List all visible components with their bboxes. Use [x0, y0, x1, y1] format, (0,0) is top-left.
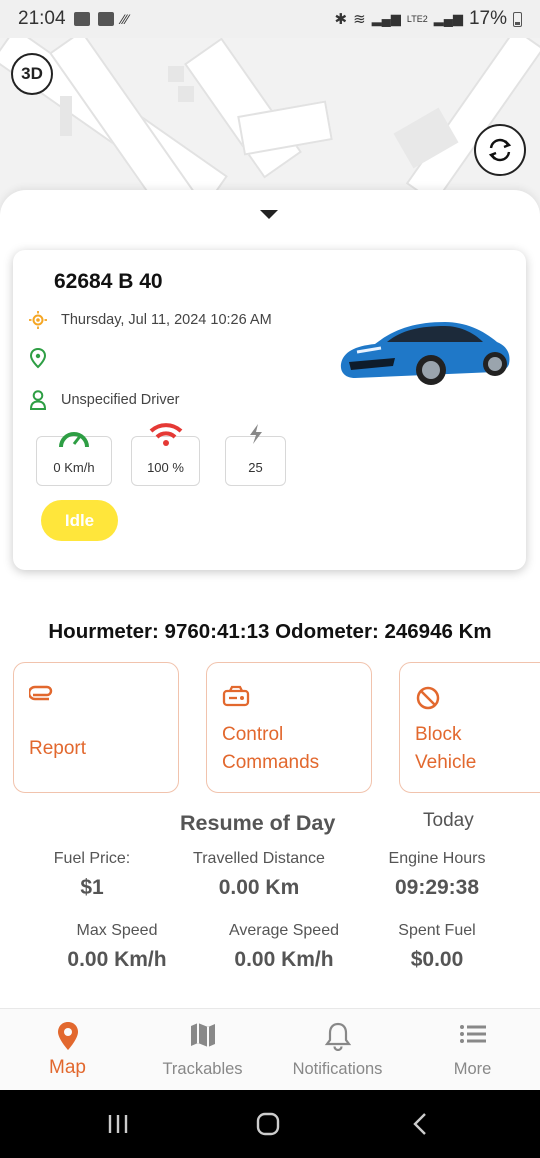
stat-max-speed: Max Speed 0.00 Km/h: [47, 922, 187, 972]
paperclip-icon: [29, 685, 53, 701]
stat-spent-fuel: Spent Fuel $0.00: [378, 922, 496, 972]
nav-label: Trackables: [162, 1060, 243, 1078]
map-building: [178, 86, 194, 102]
map-icon: [190, 1023, 215, 1047]
nav-trackables[interactable]: Trackables: [135, 1009, 270, 1091]
location-pin-icon: [29, 347, 47, 369]
report-button[interactable]: Report: [13, 662, 179, 793]
signal-strength-icon: [149, 423, 182, 446]
stat-value: 09:29:38: [394, 876, 480, 899]
nav-label: More: [453, 1060, 492, 1078]
refresh-button[interactable]: [474, 124, 526, 176]
map-pin-icon: [57, 1022, 78, 1050]
status-time: 21:04: [18, 8, 66, 29]
status-bar: 21:04 ⁄⁄⁄ ✱ ≋ ▂▄▆ LTE2 ▂▄▆ 17%: [0, 0, 540, 38]
resume-period: Today: [423, 810, 474, 831]
signal-value: 100 %: [147, 460, 184, 475]
speedometer-icon: [59, 432, 89, 448]
stat-label: Engine Hours: [388, 850, 486, 867]
block-label-line1: Block: [415, 724, 462, 745]
stat-value: $0.00: [410, 948, 464, 971]
last-update-datetime: Thursday, Jul 11, 2024 10:26 AM: [61, 312, 272, 328]
last-update-row: Thursday, Jul 11, 2024 10:26 AM: [28, 310, 272, 330]
status-badge: Idle: [41, 500, 118, 541]
vehicle-sheet: 62684 B 40 Thursday, Jul 11, 2024 10:26 …: [0, 190, 540, 1010]
signal-icon: ▂▄▆: [433, 11, 463, 26]
stat-travelled-distance: Travelled Distance 0.00 Km: [174, 850, 344, 900]
lightning-icon: [249, 424, 262, 444]
control-label-line2: Commands: [222, 752, 320, 773]
sun-icon: [29, 311, 47, 329]
stat-value: $1: [80, 876, 104, 899]
nav-notifications[interactable]: Notifications: [270, 1009, 405, 1091]
bluetooth-icon: ✱: [334, 11, 348, 28]
3d-toggle-button[interactable]: 3D: [11, 53, 53, 95]
vehicle-plate: 62684 B 40: [54, 270, 163, 293]
stat-average-speed: Average Speed 0.00 Km/h: [209, 922, 359, 972]
control-label-line1: Control: [222, 724, 284, 745]
stat-label: Spent Fuel: [398, 922, 476, 939]
map-building: [60, 96, 72, 136]
nav-more[interactable]: More: [405, 1009, 540, 1091]
menu-icon: [459, 1025, 486, 1043]
nav-label: Notifications: [292, 1060, 383, 1078]
home-icon: [256, 1112, 280, 1136]
refresh-icon: [488, 138, 512, 162]
resume-title: Resume of Day: [180, 811, 336, 835]
block-icon: [416, 686, 440, 710]
stat-value: 0.00 Km/h: [234, 948, 334, 971]
stat-label: Travelled Distance: [193, 850, 325, 867]
stat-engine-hours: Engine Hours 09:29:38: [376, 850, 498, 900]
power-metric: 25: [225, 424, 286, 486]
battery-icon: [513, 11, 522, 27]
nav-label: Map: [49, 1057, 86, 1078]
collapse-handle-icon[interactable]: [260, 210, 278, 219]
nav-map[interactable]: Map: [0, 1009, 135, 1091]
report-label: Report: [29, 738, 87, 759]
driver-name: Unspecified Driver: [61, 392, 180, 408]
bell-icon: [324, 1022, 351, 1051]
hourmeter-odometer: Hourmeter: 9760:41:13 Odometer: 246946 K…: [48, 620, 492, 643]
vehicle-car-image: [340, 322, 510, 385]
recent-apps-icon: [108, 1115, 128, 1133]
system-nav-bar: [0, 1090, 540, 1158]
speed-value: 0 Km/h: [53, 460, 95, 475]
bottom-nav: Map Trackables Notifications More: [0, 1008, 540, 1090]
stat-label: Fuel Price:: [53, 850, 131, 867]
block-label-line2: Vehicle: [415, 752, 477, 773]
battery-level: 17%: [468, 8, 507, 29]
driver-row: Unspecified Driver: [28, 389, 179, 411]
control-panel-icon: [222, 685, 250, 707]
block-vehicle-button[interactable]: Block Vehicle: [399, 662, 540, 793]
map-building: [168, 66, 184, 82]
signal-metric: 100 %: [131, 423, 200, 486]
wifi-icon: ≋: [353, 11, 366, 28]
stat-value: 0.00 Km/h: [67, 948, 167, 971]
stat-label: Max Speed: [76, 922, 158, 939]
stat-value: 0.00 Km: [218, 876, 300, 899]
location-row: [28, 347, 61, 369]
gallery-icon: [73, 12, 90, 26]
home-button[interactable]: [228, 1090, 308, 1158]
power-value: 25: [248, 460, 263, 475]
control-commands-button[interactable]: Control Commands: [206, 662, 372, 793]
back-icon: [413, 1113, 426, 1135]
wifi-calling-icon: ⁄⁄⁄: [121, 11, 129, 27]
stat-fuel-price: Fuel Price: $1: [32, 850, 152, 900]
vehicle-card[interactable]: 62684 B 40 Thursday, Jul 11, 2024 10:26 …: [13, 250, 526, 570]
back-button[interactable]: [380, 1090, 460, 1158]
signal-icon: ▂▄▆: [371, 11, 401, 26]
network-type: LTE2: [406, 13, 428, 24]
driver-icon: [29, 390, 47, 410]
speed-metric: 0 Km/h: [36, 432, 112, 486]
youtube-icon: [97, 12, 114, 26]
recent-apps-button[interactable]: [78, 1090, 158, 1158]
stat-label: Average Speed: [228, 922, 339, 939]
